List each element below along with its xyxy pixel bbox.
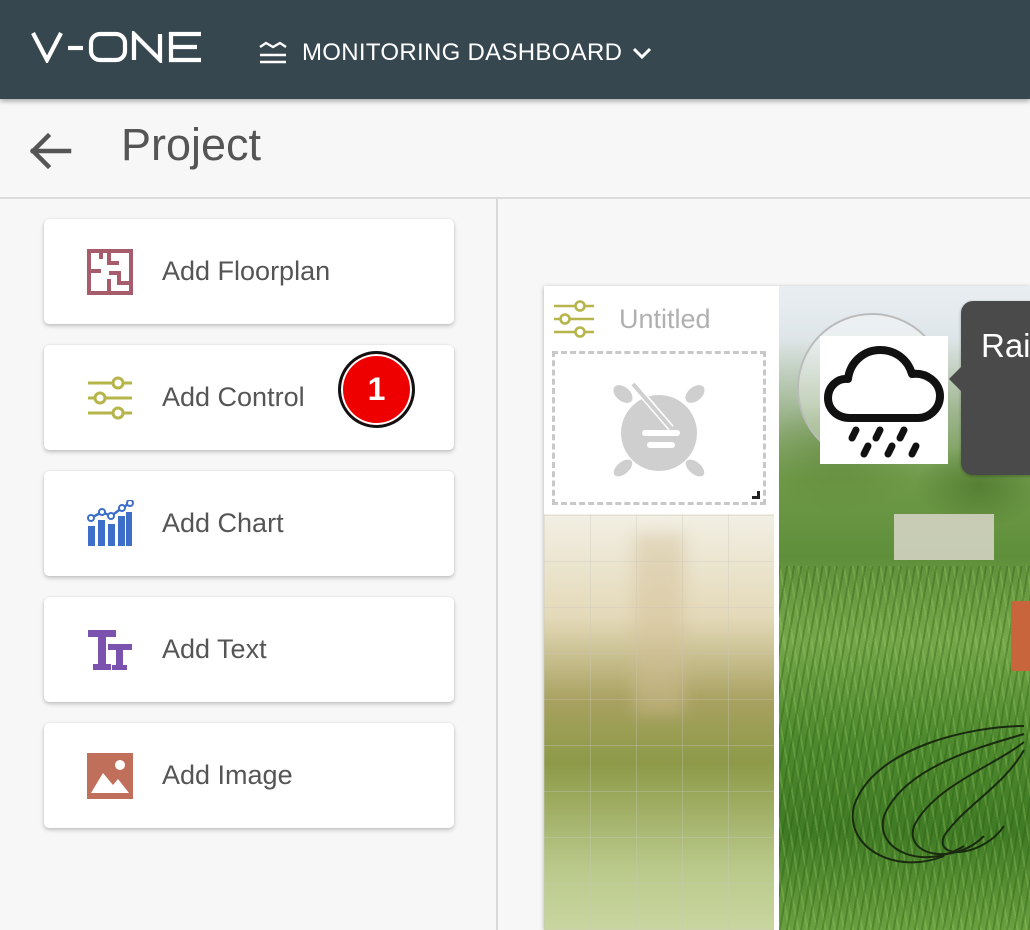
arrow-back-icon	[29, 132, 72, 170]
control-widget[interactable]: Untitled	[544, 286, 774, 514]
step-badge: 1	[338, 351, 415, 428]
dashboard-menu-label: MONITORING DASHBOARD	[302, 39, 623, 66]
control-widget-placeholder[interactable]	[552, 351, 766, 505]
weather-widget[interactable]	[820, 336, 948, 464]
dashboard-board[interactable]: Untitled Rai	[544, 286, 1030, 930]
sliders-icon	[554, 300, 594, 338]
image-icon	[86, 752, 134, 800]
alarm-off-icon	[613, 382, 705, 477]
rain-cloud-icon	[824, 346, 944, 458]
add-control-label: Add Control	[162, 382, 305, 412]
page-title: Project	[121, 119, 262, 170]
text-format-icon	[86, 626, 134, 674]
add-chart-button[interactable]: Add Chart	[44, 471, 454, 576]
logo-mark	[31, 28, 201, 66]
weather-tooltip-label: Rai	[981, 327, 1030, 364]
bar-chart-icon	[86, 499, 134, 548]
back-button[interactable]	[24, 125, 76, 177]
sliders-icon	[86, 374, 134, 422]
app-header: MONITORING DASHBOARD	[0, 0, 1030, 99]
chevron-down-icon	[633, 47, 652, 60]
add-text-label: Add Text	[162, 634, 267, 664]
layers-icon	[259, 41, 287, 64]
add-floorplan-button[interactable]: Add Floorplan	[44, 219, 454, 324]
floorplan-icon	[86, 248, 134, 296]
control-widget-title[interactable]: Untitled	[619, 304, 711, 335]
weather-tooltip: Rai	[949, 301, 1030, 475]
dashboard-menu-button[interactable]: MONITORING DASHBOARD	[258, 36, 654, 70]
add-image-label: Add Image	[162, 760, 293, 790]
add-chart-label: Add Chart	[162, 508, 284, 538]
app-logo[interactable]	[31, 28, 206, 68]
add-image-button[interactable]: Add Image	[44, 723, 454, 828]
control-widget-header: Untitled	[553, 300, 711, 338]
resize-handle[interactable]	[752, 491, 760, 499]
add-text-button[interactable]: Add Text	[44, 597, 454, 702]
dashboard-canvas[interactable]: Untitled Rai	[500, 199, 1030, 930]
background-image-left	[544, 514, 774, 930]
add-floorplan-label: Add Floorplan	[162, 256, 331, 286]
